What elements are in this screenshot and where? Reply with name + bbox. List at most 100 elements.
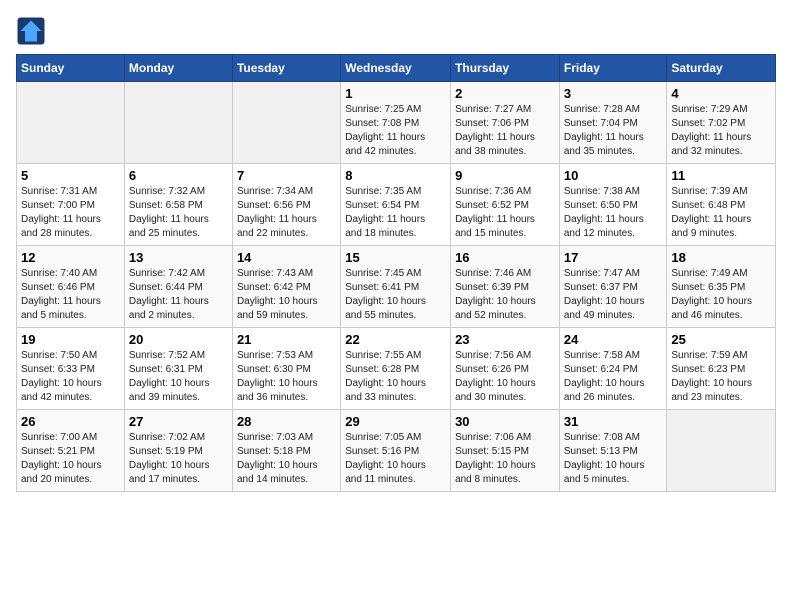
calendar-cell: 14Sunrise: 7:43 AM Sunset: 6:42 PM Dayli… [232, 246, 340, 328]
day-info: Sunrise: 7:36 AM Sunset: 6:52 PM Dayligh… [455, 185, 555, 241]
day-number: 26 [21, 414, 120, 429]
day-number: 22 [345, 332, 446, 347]
day-number: 11 [671, 168, 771, 183]
day-info: Sunrise: 7:53 AM Sunset: 6:30 PM Dayligh… [237, 349, 336, 405]
day-number: 25 [671, 332, 771, 347]
calendar-table: SundayMondayTuesdayWednesdayThursdayFrid… [16, 54, 776, 492]
day-info: Sunrise: 7:31 AM Sunset: 7:00 PM Dayligh… [21, 185, 120, 241]
day-number: 6 [129, 168, 228, 183]
calendar-cell: 19 Sunrise: 7:50 AM Sunset: 6:33 PM Dayli… [17, 328, 125, 410]
weekday-header: Tuesday [232, 55, 340, 82]
calendar-cell: 26Sunrise: 7:00 AM Sunset: 5:21 PM Dayli… [17, 410, 125, 492]
calendar-cell: 31 Sunrise: 7:08 AM Sunset: 5:13 PM Dayli… [559, 410, 667, 492]
day-info: Sunrise: 7:05 AM Sunset: 5:16 PM Dayligh… [345, 431, 446, 487]
weekday-header: Thursday [451, 55, 560, 82]
day-info: Sunrise: 7:38 AM Sunset: 6:50 PM Dayligh… [564, 185, 663, 241]
calendar-cell: 30 Sunrise: 7:06 AM Sunset: 5:15 PM Dayli… [451, 410, 560, 492]
calendar-cell: 22 Sunrise: 7:55 AM Sunset: 6:28 PM Dayli… [341, 328, 451, 410]
weekday-header: Saturday [667, 55, 776, 82]
calendar-week-row: 5 Sunrise: 7:31 AM Sunset: 7:00 PM Daylig… [17, 164, 776, 246]
day-number: 24 [564, 332, 663, 347]
day-number: 7 [237, 168, 336, 183]
day-number: 20 [129, 332, 228, 347]
day-info: Sunrise: 7:47 AM Sunset: 6:37 PM Dayligh… [564, 267, 663, 323]
day-number: 17 [564, 250, 663, 265]
day-number: 21 [237, 332, 336, 347]
day-info: Sunrise: 7:29 AM Sunset: 7:02 PM Dayligh… [671, 103, 771, 159]
calendar-cell: 2 Sunrise: 7:27 AM Sunset: 7:06 PM Daylig… [451, 82, 560, 164]
calendar-week-row: 26Sunrise: 7:00 AM Sunset: 5:21 PM Dayli… [17, 410, 776, 492]
page-header [16, 16, 776, 46]
calendar-cell: 4 Sunrise: 7:29 AM Sunset: 7:02 PM Daylig… [667, 82, 776, 164]
day-number: 27 [129, 414, 228, 429]
day-number: 2 [455, 86, 555, 101]
calendar-cell: 27 Sunrise: 7:02 AM Sunset: 5:19 PM Dayli… [124, 410, 232, 492]
day-number: 3 [564, 86, 663, 101]
calendar-cell: 18Sunrise: 7:49 AM Sunset: 6:35 PM Dayli… [667, 246, 776, 328]
day-info: Sunrise: 7:02 AM Sunset: 5:19 PM Dayligh… [129, 431, 228, 487]
calendar-cell: 12 Sunrise: 7:40 AM Sunset: 6:46 PM Dayli… [17, 246, 125, 328]
day-number: 12 [21, 250, 120, 265]
calendar-cell: 11 Sunrise: 7:39 AM Sunset: 6:48 PM Dayli… [667, 164, 776, 246]
calendar-cell [17, 82, 125, 164]
calendar-cell: 15 Sunrise: 7:45 AM Sunset: 6:41 PM Dayli… [341, 246, 451, 328]
calendar-cell: 29Sunrise: 7:05 AM Sunset: 5:16 PM Dayli… [341, 410, 451, 492]
calendar-cell: 16Sunrise: 7:46 AM Sunset: 6:39 PM Dayli… [451, 246, 560, 328]
day-info: Sunrise: 7:28 AM Sunset: 7:04 PM Dayligh… [564, 103, 663, 159]
day-info: Sunrise: 7:08 AM Sunset: 5:13 PM Dayligh… [564, 431, 663, 487]
calendar-cell: 28 Sunrise: 7:03 AM Sunset: 5:18 PM Dayli… [232, 410, 340, 492]
day-number: 1 [345, 86, 446, 101]
day-number: 9 [455, 168, 555, 183]
calendar-week-row: 1 Sunrise: 7:25 AM Sunset: 7:08 PM Daylig… [17, 82, 776, 164]
logo [16, 16, 50, 46]
calendar-cell: 3 Sunrise: 7:28 AM Sunset: 7:04 PM Daylig… [559, 82, 667, 164]
day-info: Sunrise: 7:34 AM Sunset: 6:56 PM Dayligh… [237, 185, 336, 241]
calendar-cell: 25 Sunrise: 7:59 AM Sunset: 6:23 PM Dayli… [667, 328, 776, 410]
day-number: 4 [671, 86, 771, 101]
day-info: Sunrise: 7:03 AM Sunset: 5:18 PM Dayligh… [237, 431, 336, 487]
day-number: 18 [671, 250, 771, 265]
day-info: Sunrise: 7:42 AM Sunset: 6:44 PM Dayligh… [129, 267, 228, 323]
logo-icon [16, 16, 46, 46]
day-info: Sunrise: 7:55 AM Sunset: 6:28 PM Dayligh… [345, 349, 446, 405]
day-info: Sunrise: 7:32 AM Sunset: 6:58 PM Dayligh… [129, 185, 228, 241]
header-row: SundayMondayTuesdayWednesdayThursdayFrid… [17, 55, 776, 82]
day-info: Sunrise: 7:40 AM Sunset: 6:46 PM Dayligh… [21, 267, 120, 323]
day-info: Sunrise: 7:06 AM Sunset: 5:15 PM Dayligh… [455, 431, 555, 487]
calendar-cell: 9 Sunrise: 7:36 AM Sunset: 6:52 PM Daylig… [451, 164, 560, 246]
day-number: 15 [345, 250, 446, 265]
day-number: 5 [21, 168, 120, 183]
calendar-cell: 23Sunrise: 7:56 AM Sunset: 6:26 PM Dayli… [451, 328, 560, 410]
day-info: Sunrise: 7:50 AM Sunset: 6:33 PM Dayligh… [21, 349, 120, 405]
day-info: Sunrise: 7:35 AM Sunset: 6:54 PM Dayligh… [345, 185, 446, 241]
day-info: Sunrise: 7:58 AM Sunset: 6:24 PM Dayligh… [564, 349, 663, 405]
day-number: 30 [455, 414, 555, 429]
day-number: 31 [564, 414, 663, 429]
calendar-cell [232, 82, 340, 164]
calendar-cell: 10Sunrise: 7:38 AM Sunset: 6:50 PM Dayli… [559, 164, 667, 246]
day-info: Sunrise: 7:52 AM Sunset: 6:31 PM Dayligh… [129, 349, 228, 405]
day-number: 19 [21, 332, 120, 347]
calendar-cell: 8 Sunrise: 7:35 AM Sunset: 6:54 PM Daylig… [341, 164, 451, 246]
weekday-header: Wednesday [341, 55, 451, 82]
day-number: 16 [455, 250, 555, 265]
day-info: Sunrise: 7:25 AM Sunset: 7:08 PM Dayligh… [345, 103, 446, 159]
day-number: 13 [129, 250, 228, 265]
calendar-cell: 5 Sunrise: 7:31 AM Sunset: 7:00 PM Daylig… [17, 164, 125, 246]
day-info: Sunrise: 7:27 AM Sunset: 7:06 PM Dayligh… [455, 103, 555, 159]
day-info: Sunrise: 7:45 AM Sunset: 6:41 PM Dayligh… [345, 267, 446, 323]
day-info: Sunrise: 7:43 AM Sunset: 6:42 PM Dayligh… [237, 267, 336, 323]
calendar-cell [667, 410, 776, 492]
weekday-header: Friday [559, 55, 667, 82]
calendar-week-row: 19 Sunrise: 7:50 AM Sunset: 6:33 PM Dayli… [17, 328, 776, 410]
calendar-cell: 7 Sunrise: 7:34 AM Sunset: 6:56 PM Daylig… [232, 164, 340, 246]
day-info: Sunrise: 7:39 AM Sunset: 6:48 PM Dayligh… [671, 185, 771, 241]
calendar-cell: 20 Sunrise: 7:52 AM Sunset: 6:31 PM Dayli… [124, 328, 232, 410]
calendar-cell: 1 Sunrise: 7:25 AM Sunset: 7:08 PM Daylig… [341, 82, 451, 164]
day-info: Sunrise: 7:59 AM Sunset: 6:23 PM Dayligh… [671, 349, 771, 405]
calendar-week-row: 12 Sunrise: 7:40 AM Sunset: 6:46 PM Dayli… [17, 246, 776, 328]
day-number: 28 [237, 414, 336, 429]
calendar-cell: 13 Sunrise: 7:42 AM Sunset: 6:44 PM Dayli… [124, 246, 232, 328]
calendar-cell [124, 82, 232, 164]
day-number: 8 [345, 168, 446, 183]
